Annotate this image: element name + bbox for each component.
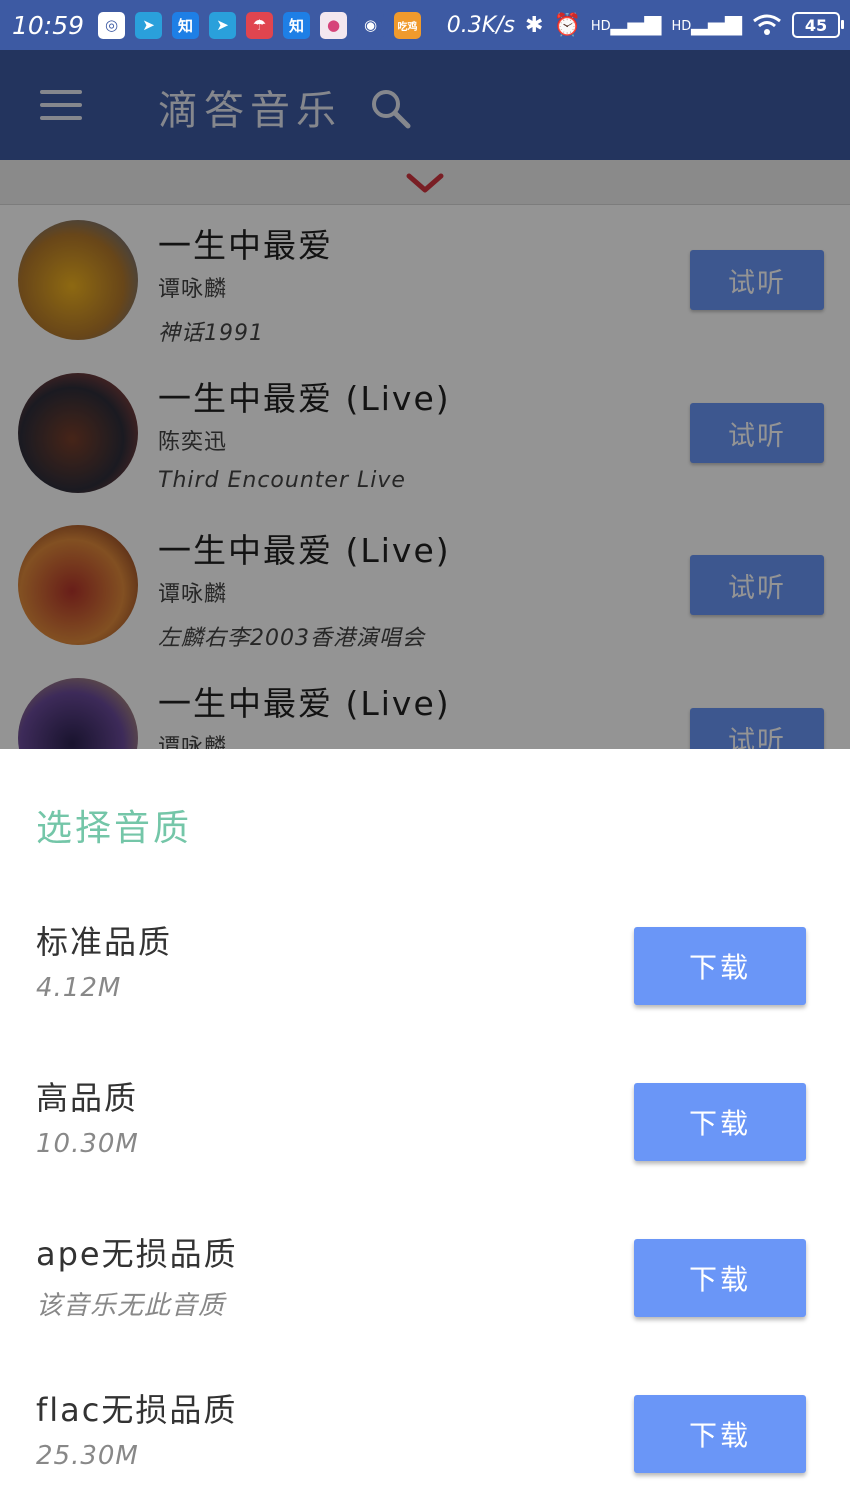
telegram-icon: ➤: [135, 11, 163, 39]
quality-size: 10.30M: [36, 1129, 139, 1159]
signal-hd-label: HD: [590, 19, 611, 34]
zhihu-icon: 知: [283, 11, 311, 39]
game-app-icon: 吃鸡: [394, 11, 422, 39]
download-button[interactable]: 下载: [634, 1083, 806, 1161]
network-speed: 0.3K/s: [446, 12, 516, 38]
wifi-icon: [753, 14, 781, 35]
battery-icon: 45: [792, 12, 844, 38]
quality-name: ape无损品质: [36, 1235, 238, 1273]
quality-size: 25.30M: [36, 1441, 139, 1471]
quality-sheet: 选择音质 标准品质 4.12M 下载 高品质 10.30M 下载 ape无损品质 该音乐无此音…: [0, 749, 850, 1511]
app-red-icon: ☂: [246, 11, 274, 39]
circle-app-icon: ◉: [357, 11, 385, 39]
quality-option: flac无损品质 25.30M 下载: [0, 1385, 850, 1505]
quality-name: 标准品质: [36, 923, 173, 961]
quality-size: 4.12M: [36, 973, 122, 1003]
status-right: 0.3K/s ✱ ⏰ HD▂▄▆ HD▂▄▆ 45: [446, 0, 844, 50]
quality-option: 标准品质 4.12M 下载: [0, 917, 850, 1037]
download-button[interactable]: 下载: [634, 1239, 806, 1317]
quality-option: 高品质 10.30M 下载: [0, 1073, 850, 1193]
alarm-icon: ⏰: [553, 12, 581, 38]
recorder-icon: ●: [320, 11, 348, 39]
battery-level: 45: [804, 15, 828, 35]
telegram-icon: ➤: [209, 11, 237, 39]
status-bar: 10:59 ◎ ➤ 知 ➤ ☂ 知 ● ◉ 吃鸡 0.3K/s ✱ ⏰ HD▂▄▆ HD▂▄▆ …: [0, 0, 850, 50]
signal-icon: HD▂▄▆: [671, 11, 742, 36]
modal-scrim[interactable]: [0, 50, 850, 749]
zhihu-icon: 知: [172, 11, 200, 39]
status-time: 10:59: [12, 10, 85, 40]
download-button[interactable]: 下载: [634, 1395, 806, 1473]
quality-name: 高品质: [36, 1079, 139, 1117]
sheet-title: 选择音质: [36, 808, 193, 849]
download-button[interactable]: 下载: [634, 927, 806, 1005]
quality-name: flac无损品质: [36, 1391, 238, 1429]
bluetooth-icon: ✱: [525, 12, 544, 38]
signal-icon: HD▂▄▆: [590, 11, 662, 36]
quality-option: ape无损品质该音乐无此音质 下载: [0, 1229, 850, 1349]
notification-icons: ◎ ➤ 知 ➤ ☂ 知 ● ◉ 吃鸡: [98, 11, 422, 39]
signal-hd-label: HD: [671, 19, 692, 34]
quality-size: 该音乐无此音质: [36, 1291, 226, 1321]
carrier-icon: ◎: [98, 11, 126, 39]
